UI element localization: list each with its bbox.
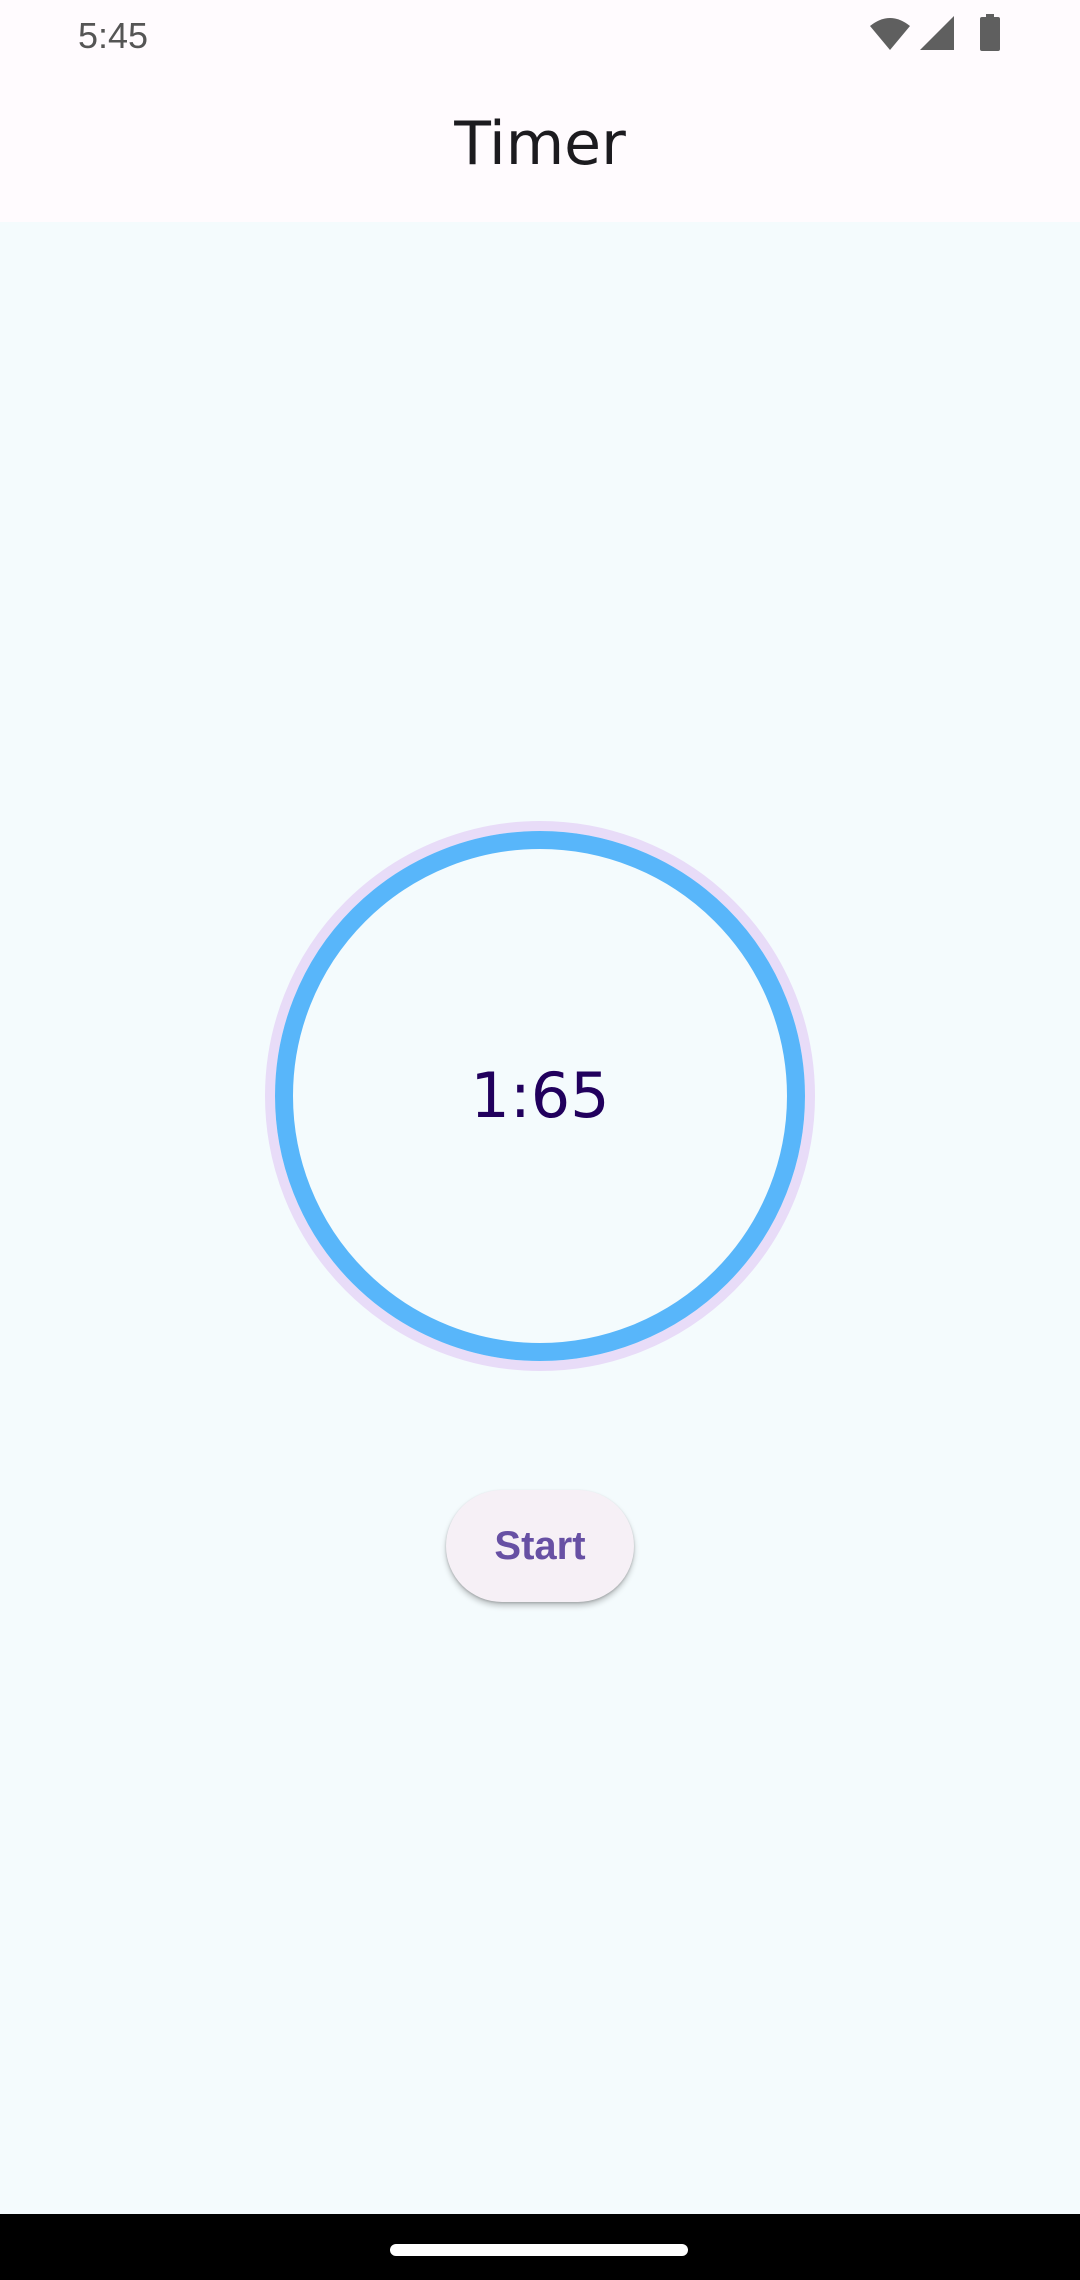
status-bar: 5:45 [0,0,1080,72]
status-icons [868,14,1008,54]
battery-icon [980,14,1000,51]
start-button[interactable]: Start [446,1490,634,1602]
cellular-signal-icon [920,16,954,50]
page-title: Timer [454,109,626,179]
timer-display: 1:65 [470,1059,610,1132]
wifi-icon [870,18,910,50]
app-bar: Timer [0,72,1080,222]
status-time: 5:45 [78,15,149,56]
navigation-bar [0,2214,1080,2280]
home-gesture-handle[interactable] [390,2244,688,2256]
